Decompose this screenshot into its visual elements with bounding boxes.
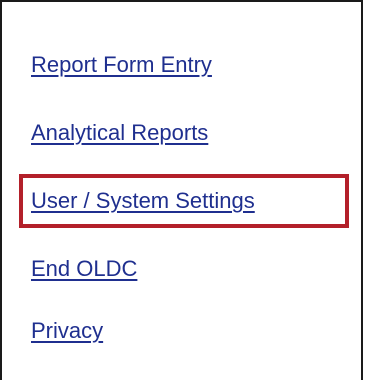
privacy-link[interactable]: Privacy — [31, 318, 103, 344]
nav-menu-panel: Report Form Entry Analytical Reports Use… — [0, 0, 363, 380]
user-system-settings-link[interactable]: User / System Settings — [31, 188, 255, 214]
analytical-reports-link[interactable]: Analytical Reports — [31, 120, 208, 146]
report-form-entry-link[interactable]: Report Form Entry — [31, 52, 212, 78]
end-oldc-link[interactable]: End OLDC — [31, 256, 137, 282]
